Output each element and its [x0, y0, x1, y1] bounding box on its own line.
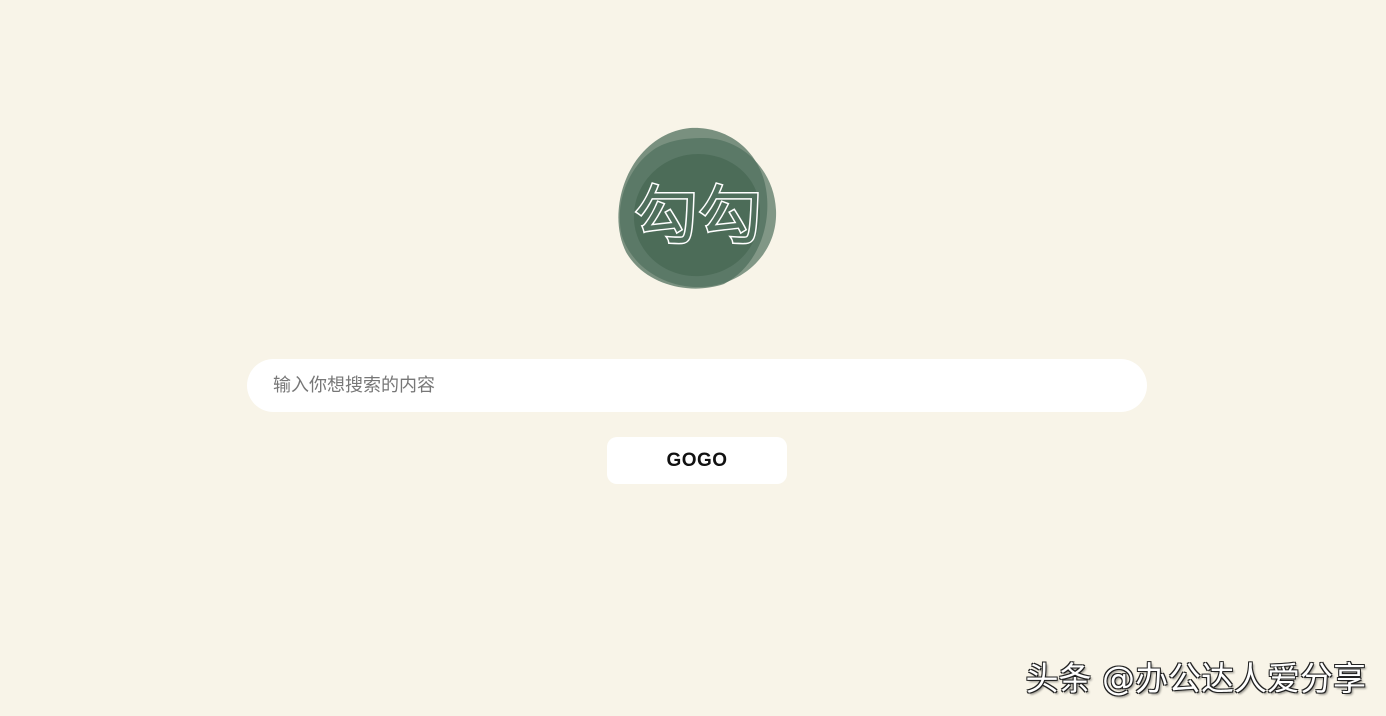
search-input[interactable] [247, 359, 1147, 412]
logo-blob-icon: 勾勾 [618, 127, 777, 289]
search-submit-button[interactable]: GOGO [607, 437, 787, 484]
logo-text: 勾勾 [634, 180, 762, 254]
watermark-text: 头条 @办公达人爱分享 [1025, 659, 1367, 698]
search-page: 勾勾 GOGO 头条 @办公达人爱分享 [0, 0, 1386, 716]
brand-logo: 勾勾 [614, 124, 782, 294]
search-bar [247, 359, 1147, 412]
